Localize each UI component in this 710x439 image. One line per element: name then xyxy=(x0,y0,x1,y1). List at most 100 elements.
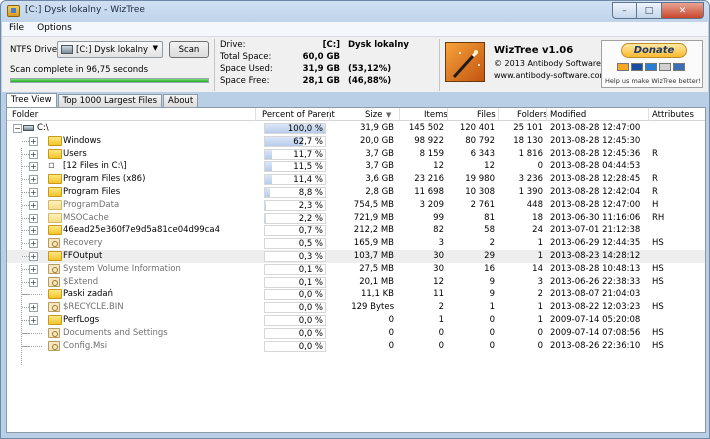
folders-cell: 24 xyxy=(532,225,543,236)
table-row[interactable]: + MSOCache 2,2 % 721,9 MB 99 81 18 2013-06-30 1… xyxy=(7,212,705,225)
table-row[interactable]: + PerfLogs 0,0 % 0 1 0 1 2009-07-14 05:20:08 xyxy=(7,314,705,327)
sort-descending-icon: ▼ xyxy=(386,111,392,119)
files-cell: 2 xyxy=(489,238,495,249)
column-size[interactable]: Size xyxy=(365,110,382,120)
table-row[interactable]: + ProgramData 2,3 % 754,5 MB 3 209 2 761 448 20… xyxy=(7,199,705,212)
expand-icon[interactable]: + xyxy=(29,162,38,172)
tab-about[interactable]: About xyxy=(163,94,199,107)
table-row[interactable]: + Program Files (x86) 11,4 % 3,6 GB 23 216 19… xyxy=(7,173,705,186)
column-folder[interactable]: Folder xyxy=(12,110,38,120)
table-row-root[interactable]: − C:\ 100,0 % 31,9 GB 145 502 120 401 25… xyxy=(7,122,705,135)
percent-cell: 11,7 % xyxy=(264,148,326,160)
column-folders[interactable]: Folders xyxy=(517,110,548,120)
maximize-button[interactable]: □ xyxy=(637,2,662,19)
column-separator[interactable] xyxy=(329,108,330,121)
expand-icon[interactable]: + xyxy=(29,213,38,223)
tree-connector xyxy=(22,281,29,283)
column-separator[interactable] xyxy=(546,108,547,121)
column-separator[interactable] xyxy=(648,108,649,121)
table-row[interactable]: + ▫ [12 Files in C:\] 11,5 % 3,7 GB 12 12 0 2013… xyxy=(7,160,705,173)
table-row[interactable]: Config.Msi 0,0 % 0 0 0 0 2013-08-26 22:36:10 HS xyxy=(7,340,705,353)
expand-icon[interactable]: + xyxy=(29,187,38,197)
chevron-down-icon: ▼ xyxy=(152,44,158,52)
title-bar[interactable]: [C:] Dysk lokalny - WizTree – □ ✕ xyxy=(1,1,709,22)
menu-file[interactable]: File xyxy=(2,22,30,36)
tab-top-1000-largest-files[interactable]: Top 1000 Largest Files xyxy=(57,94,163,107)
folder-icon xyxy=(48,135,62,146)
folders-cell: 1 xyxy=(537,302,543,313)
size-cell: 721,9 MB xyxy=(353,212,394,223)
payment-card-icon xyxy=(673,63,685,71)
modified-cell: 2013-08-07 21:04:03 xyxy=(550,289,641,300)
percent-cell: 0,0 % xyxy=(264,302,326,314)
column-attributes[interactable]: Attributes xyxy=(652,110,694,120)
system-folder-icon xyxy=(48,263,60,274)
percent-cell: 0,1 % xyxy=(264,276,326,288)
table-row[interactable]: + FFOutput 0,3 % 103,7 MB 30 29 1 2013-08-23 14… xyxy=(7,249,705,263)
table-row[interactable]: + System Volume Information 0,1 % 27,5 MB 30… xyxy=(7,263,705,276)
folder-name: Windows xyxy=(63,135,101,146)
scan-status: Scan complete in 96,75 seconds xyxy=(10,65,149,75)
folder-name: Program Files xyxy=(63,186,121,197)
column-separator[interactable] xyxy=(498,108,499,121)
website-link[interactable]: www.antibody-software.com xyxy=(494,71,607,80)
column-separator[interactable] xyxy=(255,108,256,121)
minimize-button[interactable]: – xyxy=(612,2,637,19)
expand-icon[interactable]: + xyxy=(29,175,38,185)
expand-icon[interactable]: + xyxy=(29,303,38,313)
table-row[interactable]: + $Extend 0,1 % 20,1 MB 12 9 3 2013-06-26 22:38… xyxy=(7,276,705,289)
modified-cell: 2013-06-29 12:44:35 xyxy=(550,238,641,249)
percent-bar xyxy=(265,187,271,197)
tree-connector xyxy=(22,345,42,347)
table-row[interactable]: Documents and Settings 0,0 % 0 0 0 0 2009-07-1… xyxy=(7,327,705,340)
table-row[interactable]: Paski zadań 0,0 % 11,1 KB 11 9 2 2013-08-07 21… xyxy=(7,288,705,301)
table-row[interactable]: + Users 11,7 % 3,7 GB 8 159 6 343 1 816 2013-08… xyxy=(7,148,705,161)
column-percent[interactable]: Percent of Parent xyxy=(262,110,335,120)
percent-cell: 11,5 % xyxy=(264,161,326,173)
donate-button[interactable]: Donate xyxy=(621,43,687,58)
folders-cell: 0 xyxy=(537,340,543,351)
expand-icon[interactable]: + xyxy=(29,136,38,146)
drive-select[interactable]: [C:] Dysk lokalny ▼ xyxy=(57,41,163,58)
percent-text: 11,5 % xyxy=(293,162,323,173)
expand-icon[interactable]: + xyxy=(29,277,38,287)
percent-text: 2,2 % xyxy=(298,213,323,224)
percent-cell: 0,1 % xyxy=(264,263,326,275)
expand-icon[interactable]: + xyxy=(29,149,38,159)
system-folder-icon xyxy=(48,238,60,249)
percent-text: 0,0 % xyxy=(298,303,323,314)
menu-options[interactable]: Options xyxy=(30,22,78,36)
column-items[interactable]: Items xyxy=(424,110,448,120)
column-files[interactable]: Files xyxy=(477,110,496,120)
expand-icon[interactable]: + xyxy=(29,226,38,236)
column-modified[interactable]: Modified xyxy=(550,110,586,120)
collapse-icon[interactable]: − xyxy=(13,124,22,133)
table-row[interactable]: + Windows 62,7 % 20,0 GB 98 922 80 792 18 130 2… xyxy=(7,135,705,148)
table-row[interactable]: + Program Files 8,8 % 2,8 GB 11 698 10 308 1 3… xyxy=(7,186,705,199)
column-separator[interactable] xyxy=(447,108,448,121)
expand-icon[interactable]: + xyxy=(29,239,38,249)
folders-cell: 1 xyxy=(537,238,543,249)
folders-cell: 1 390 xyxy=(518,186,543,197)
table-row[interactable]: +46ead25e360f7e9d5a81ce04d99ca4 0,7 % 212,… xyxy=(7,224,705,237)
percent-cell: 0,0 % xyxy=(264,327,326,339)
table-row[interactable]: + Recovery 0,5 % 165,9 MB 3 2 1 2013-06-29 12:4… xyxy=(7,237,705,250)
hidden-folder-icon xyxy=(48,212,62,223)
expand-icon[interactable]: + xyxy=(29,264,38,274)
size-cell: 754,5 MB xyxy=(353,199,394,210)
expand-icon[interactable]: + xyxy=(29,251,38,261)
table-row[interactable]: + $RECYCLE.BIN 0,0 % 129 Bytes 2 1 1 2013-08-22… xyxy=(7,301,705,314)
percent-bar xyxy=(265,200,267,210)
tab-tree-view[interactable]: Tree View xyxy=(6,93,57,107)
column-separator[interactable] xyxy=(399,108,400,121)
drive-info-drive: Drive: [C:] Dysk lokalny xyxy=(220,40,436,52)
expand-icon[interactable]: + xyxy=(29,315,38,325)
percent-text: 0,0 % xyxy=(298,328,323,339)
attributes-cell: R xyxy=(652,174,658,185)
items-cell: 30 xyxy=(433,263,444,274)
close-button[interactable]: ✕ xyxy=(662,2,704,19)
percent-text: 0,3 % xyxy=(298,251,323,262)
folder-name: FFOutput xyxy=(63,250,103,261)
scan-button[interactable]: Scan xyxy=(169,41,209,58)
expand-icon[interactable]: + xyxy=(29,200,38,210)
